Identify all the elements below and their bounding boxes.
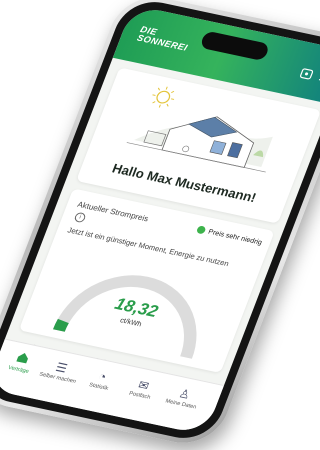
house-illustration: [126, 86, 273, 173]
tab-postfach[interactable]: ✉ Postfach: [119, 374, 166, 403]
dynamic-island: [199, 30, 271, 62]
app-screen: DIE SONNEREI ☰ Hallo Max Mustermann! Akt…: [0, 4, 320, 436]
phone-frame: DIE SONNEREI ☰ Hallo Max Mustermann! Akt…: [0, 0, 320, 450]
price-card[interactable]: Aktueller Strompreis i Preis sehr niedri…: [18, 188, 275, 374]
status-dot-icon: [195, 225, 207, 235]
tab-statistik[interactable]: ◔ Statistik: [78, 365, 125, 394]
notification-icon[interactable]: [297, 67, 315, 81]
tab-selber-machen[interactable]: ☰ Selber machen: [37, 356, 84, 385]
price-label: Aktueller Strompreis: [76, 199, 150, 224]
menu-icon[interactable]: ☰: [315, 71, 320, 85]
brand-logo: DIE SONNEREI: [136, 24, 192, 53]
phone-bezel: DIE SONNEREI ☰ Hallo Max Mustermann! Akt…: [0, 0, 320, 445]
info-icon[interactable]: i: [73, 211, 87, 224]
price-status-badge: Preis sehr niedrig: [195, 225, 263, 246]
price-status-text: Preis sehr niedrig: [207, 228, 264, 247]
tab-meine-daten[interactable]: ♙ Meine Daten: [160, 382, 207, 411]
gauge-fill: [52, 318, 69, 332]
